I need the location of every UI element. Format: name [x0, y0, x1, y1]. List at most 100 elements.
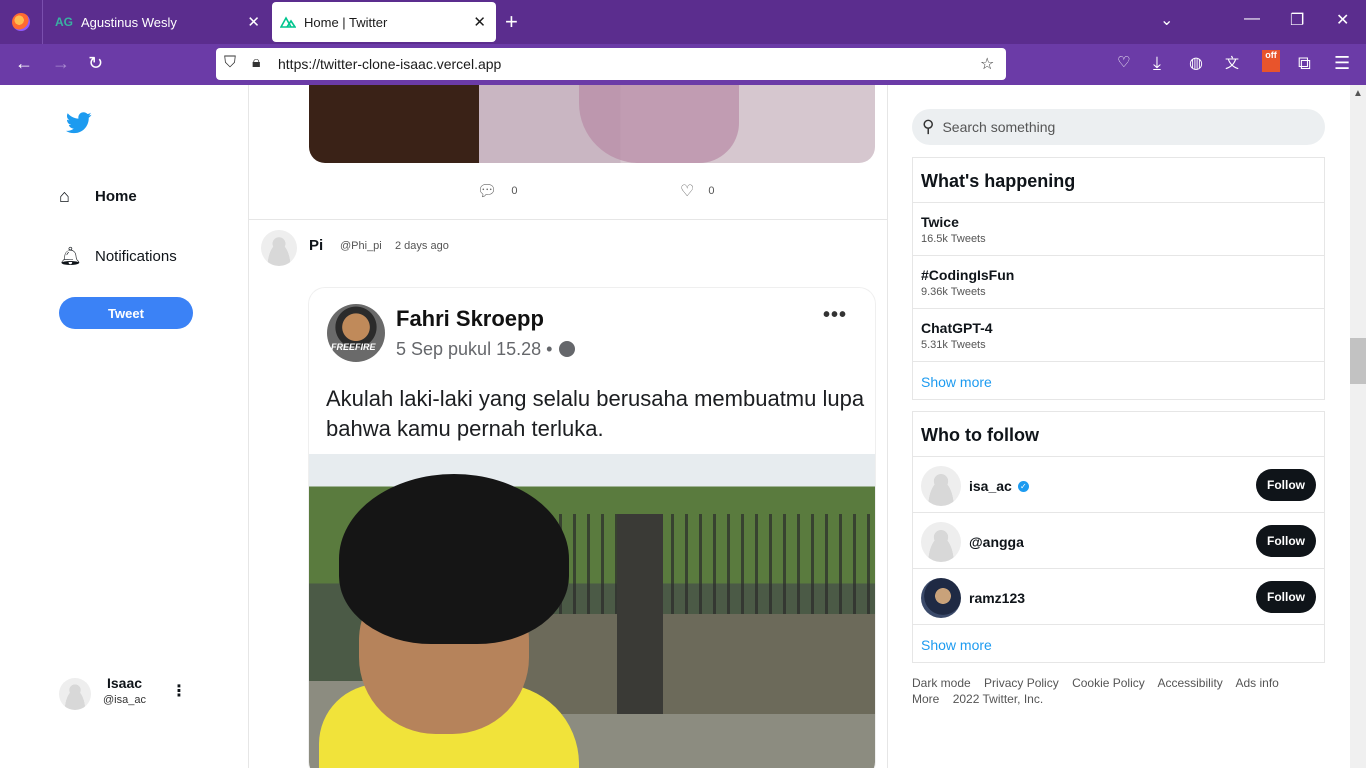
- follow-button[interactable]: Follow: [1256, 469, 1316, 501]
- shield-icon[interactable]: ⛉: [224, 54, 236, 72]
- previous-tweet-image[interactable]: [309, 85, 875, 163]
- scrollbar-thumb[interactable]: [1350, 338, 1366, 384]
- download-icon[interactable]: ⤓: [1153, 53, 1161, 74]
- firefox-icon[interactable]: [12, 13, 30, 31]
- avatar: [921, 578, 961, 618]
- trend-name: ChatGPT-4: [921, 320, 993, 336]
- footer-link-privacy-policy[interactable]: Privacy Policy: [984, 676, 1059, 690]
- more-options-icon[interactable]: ⋮: [171, 681, 187, 701]
- footer-link-more[interactable]: More: [912, 692, 939, 706]
- post-image[interactable]: FREEFIRE Fahri Skroepp 5 Sep pukul 15.28…: [309, 288, 875, 768]
- current-user[interactable]: Isaac @isa_ac ⋮: [59, 675, 189, 711]
- trends-show-more-link[interactable]: Show more: [913, 362, 1324, 399]
- sidebar-item-label: Home: [95, 188, 137, 205]
- url-text[interactable]: https://twitter-clone-isaac.vercel.app: [278, 56, 501, 72]
- footer-link-ads-info[interactable]: Ads info: [1235, 676, 1278, 690]
- trend-item[interactable]: ChatGPT-4 5.31k Tweets: [913, 309, 1324, 362]
- twitter-page: ⌂ Home 🔔︎ Notifications Tweet Isaac @isa…: [0, 85, 1350, 768]
- comment-action[interactable]: 💬︎ 0: [477, 181, 517, 201]
- menu-icon[interactable]: ☰: [1334, 53, 1350, 74]
- avatar-text: FREEFIRE: [331, 342, 376, 352]
- trends-panel: What's happening Twice 16.5k Tweets #Cod…: [912, 157, 1325, 400]
- search-input[interactable]: [942, 119, 1283, 135]
- back-icon[interactable]: ←: [15, 53, 33, 74]
- follow-name-text: isa_ac: [969, 478, 1012, 494]
- sidebar-item-label: Notifications: [95, 248, 177, 265]
- scroll-up-arrow-icon[interactable]: ▲: [1353, 88, 1363, 99]
- tab-agustinus-wesly[interactable]: AG Agustinus Wesly ✕: [42, 0, 270, 44]
- twitter-logo-icon[interactable]: [66, 112, 92, 134]
- divider: [249, 219, 887, 220]
- follow-suggestion[interactable]: isa_ac ✓ Follow: [913, 457, 1324, 513]
- heart-icon: ♡: [680, 183, 695, 200]
- browser-nav-bar: ← → ↻ ⛉ 🔒︎ https://twitter-clone-isaac.v…: [0, 44, 1366, 85]
- trend-item[interactable]: #CodingIsFun 9.36k Tweets: [913, 256, 1324, 309]
- avatar: [921, 466, 961, 506]
- home-icon: ⌂: [59, 186, 70, 206]
- new-tab-icon[interactable]: +: [505, 9, 518, 35]
- close-tab-icon[interactable]: ✕: [473, 13, 486, 31]
- forward-icon[interactable]: →: [52, 53, 70, 74]
- follow-suggestion[interactable]: ramz123 Follow: [913, 569, 1324, 625]
- page-scrollbar[interactable]: ▲: [1350, 85, 1366, 768]
- trend-item[interactable]: Twice 16.5k Tweets: [913, 203, 1324, 256]
- browser-tab-bar: AG Agustinus Wesly ✕ Home | Twitter ✕ + …: [0, 0, 1366, 44]
- bookmark-star-icon[interactable]: ☆: [980, 54, 994, 74]
- right-sidebar: ⚲ What's happening Twice 16.5k Tweets #C…: [888, 85, 1350, 768]
- globe-icon[interactable]: ◍: [1189, 53, 1203, 73]
- extension-off-badge[interactable]: off: [1262, 50, 1280, 72]
- left-sidebar: ⌂ Home 🔔︎ Notifications Tweet Isaac @isa…: [0, 85, 249, 768]
- address-bar[interactable]: ⛉ 🔒︎ https://twitter-clone-isaac.vercel.…: [216, 48, 1006, 80]
- translate-icon[interactable]: 文: [1225, 53, 1239, 73]
- comment-count: 0: [511, 185, 518, 197]
- follow-name: ramz123: [969, 590, 1026, 606]
- more-dots-icon: •••: [823, 304, 848, 326]
- trend-count: 9.36k Tweets: [921, 286, 986, 298]
- tab-title: Home | Twitter: [304, 14, 388, 30]
- follow-suggestion[interactable]: @angga Follow: [913, 513, 1324, 569]
- restore-icon[interactable]: ❐: [1290, 10, 1304, 30]
- post-author-handle[interactable]: @Phi_pi: [340, 240, 382, 252]
- search-bar[interactable]: ⚲: [912, 109, 1325, 145]
- tab-favicon: AG: [55, 15, 73, 29]
- user-name: Isaac: [107, 675, 143, 691]
- post-author-name[interactable]: Pi: [309, 237, 323, 254]
- tab-list-chevron-icon[interactable]: ⌄: [1160, 10, 1173, 30]
- footer-link-accessibility[interactable]: Accessibility: [1157, 676, 1222, 690]
- sidebar-item-notifications[interactable]: 🔔︎ Notifications: [59, 246, 177, 267]
- globe-icon: [559, 341, 576, 357]
- trend-count: 16.5k Tweets: [921, 233, 986, 245]
- footer-link-cookie-policy[interactable]: Cookie Policy: [1072, 676, 1145, 690]
- pocket-icon[interactable]: ♡: [1117, 53, 1130, 71]
- like-count: 0: [708, 185, 715, 197]
- embedded-date-text: 5 Sep pukul 15.28 •: [396, 339, 553, 359]
- reload-icon[interactable]: ↻: [88, 53, 103, 74]
- avatar[interactable]: [261, 230, 297, 266]
- footer-links: Dark mode Privacy Policy Cookie Policy A…: [912, 675, 1325, 707]
- follow-name: isa_ac ✓: [969, 478, 1029, 494]
- trends-title: What's happening: [913, 158, 1324, 203]
- feed: 💬︎ 0 ♡ 0 Pi @Phi_pi 2 days ago FREEFIRE …: [249, 85, 888, 768]
- user-handle: @isa_ac: [103, 694, 146, 706]
- bell-icon: 🔔︎: [59, 246, 82, 266]
- minimize-icon[interactable]: —: [1244, 10, 1260, 28]
- like-action[interactable]: ♡ 0: [680, 181, 714, 201]
- follow-show-more-link[interactable]: Show more: [913, 625, 1324, 662]
- trend-count: 5.31k Tweets: [921, 339, 986, 351]
- follow-button[interactable]: Follow: [1256, 581, 1316, 613]
- footer-link-dark-mode[interactable]: Dark mode: [912, 676, 971, 690]
- post-timestamp: 2 days ago: [395, 240, 449, 252]
- verified-badge-icon: ✓: [1017, 480, 1029, 492]
- search-icon: ⚲: [922, 117, 935, 136]
- sidebar-item-home[interactable]: ⌂ Home: [59, 186, 137, 207]
- tab-title: Agustinus Wesly: [81, 14, 177, 30]
- close-window-icon[interactable]: ✕: [1336, 10, 1349, 30]
- tab-home-twitter[interactable]: Home | Twitter ✕: [272, 2, 496, 42]
- follow-button[interactable]: Follow: [1256, 525, 1316, 557]
- close-tab-icon[interactable]: ✕: [247, 13, 260, 31]
- lock-icon[interactable]: 🔒︎: [252, 54, 261, 72]
- avatar: [921, 522, 961, 562]
- tweet-button[interactable]: Tweet: [59, 297, 193, 329]
- embedded-author: Fahri Skroepp: [396, 306, 544, 331]
- extensions-puzzle-icon[interactable]: ⧉: [1298, 53, 1311, 74]
